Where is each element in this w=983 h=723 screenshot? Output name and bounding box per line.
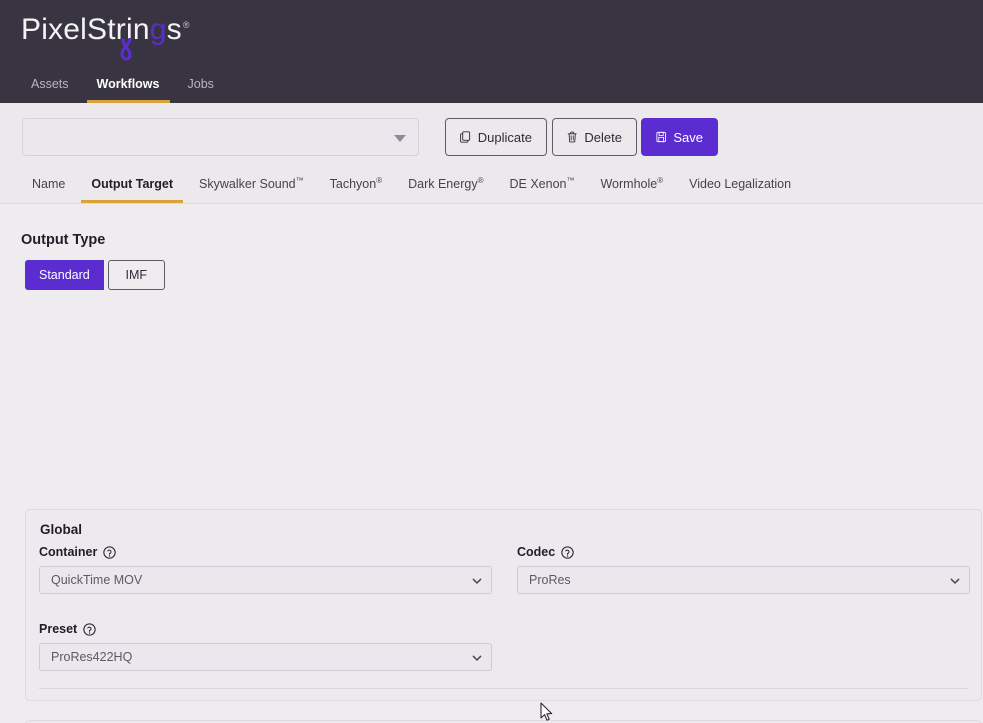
codec-label-row: Codec	[517, 545, 970, 559]
help-icon[interactable]	[103, 545, 117, 559]
tab-de-xenon[interactable]: DE Xenon™	[499, 175, 584, 203]
logo-text-part1: PixelStrin	[21, 13, 150, 46]
global-panel-divider	[39, 688, 968, 689]
save-button-label: Save	[673, 129, 703, 145]
preset-label-row: Preset	[39, 622, 492, 636]
registered-mark: ®	[657, 175, 664, 185]
preset-select[interactable]: ProRes422HQ	[39, 643, 492, 671]
trademark-mark: ™	[566, 175, 575, 185]
codec-field: Codec ProRes	[517, 545, 970, 594]
duplicate-button-label: Duplicate	[477, 129, 532, 145]
toolbar: Duplicate Delete Save Name Output Target…	[0, 103, 983, 204]
tab-tachyon-label: Tachyon	[329, 177, 377, 191]
output-type-toggle-group: Standard IMF	[25, 260, 165, 290]
main-content: Output Type Standard IMF Global Containe…	[0, 204, 983, 723]
chevron-down-icon	[472, 655, 482, 661]
output-type-imf-button[interactable]: IMF	[107, 260, 165, 290]
duplicate-button[interactable]: Duplicate	[445, 118, 547, 156]
codec-select-value: ProRes	[529, 573, 571, 587]
preset-select-value: ProRes422HQ	[51, 650, 133, 664]
trademark-mark: ™	[295, 175, 304, 185]
mouse-cursor	[540, 702, 553, 721]
container-select-value: QuickTime MOV	[51, 573, 143, 587]
trash-icon	[567, 131, 577, 143]
tab-video-legalization[interactable]: Video Legalization	[679, 177, 801, 203]
logo-registered-mark: ®	[182, 20, 190, 30]
save-icon	[656, 131, 666, 143]
delete-button[interactable]: Delete	[552, 118, 637, 156]
delete-button-label: Delete	[584, 129, 622, 145]
registered-mark: ®	[477, 175, 484, 185]
app-logo: PixelStrings®	[21, 12, 190, 61]
output-type-title: Output Type	[21, 232, 106, 248]
tab-skywalker-sound[interactable]: Skywalker Sound™	[189, 175, 314, 203]
chevron-down-icon	[950, 578, 960, 584]
tab-dark-energy[interactable]: Dark Energy®	[398, 175, 493, 203]
output-type-standard-button[interactable]: Standard	[25, 260, 104, 290]
tab-video-legalization-label: Video Legalization	[689, 177, 792, 191]
app-header: PixelStrings® Assets Workflows Jobs	[0, 0, 983, 103]
global-panel: Global Container QuickTime MOV Codec Pro…	[25, 509, 982, 701]
container-label: Container	[39, 545, 98, 559]
primary-nav: Assets Workflows Jobs	[0, 68, 232, 103]
tab-tachyon[interactable]: Tachyon®	[320, 175, 392, 203]
section-tabs: Name Output Target Skywalker Sound™ Tach…	[0, 167, 807, 203]
logo-text-part2: s	[166, 13, 182, 46]
tab-name[interactable]: Name	[22, 177, 75, 203]
tab-wormhole-label: Wormhole	[600, 177, 658, 191]
tab-skywalker-sound-label: Skywalker Sound	[199, 177, 296, 191]
registered-mark: ®	[376, 175, 383, 185]
save-button[interactable]: Save	[641, 118, 718, 156]
preset-field: Preset ProRes422HQ	[39, 622, 492, 671]
tab-wormhole[interactable]: Wormhole®	[590, 175, 673, 203]
chevron-down-icon	[472, 578, 482, 584]
nav-item-workflows[interactable]: Workflows	[86, 77, 170, 103]
nav-item-assets[interactable]: Assets	[21, 77, 79, 103]
container-field: Container QuickTime MOV	[39, 545, 492, 594]
codec-select[interactable]: ProRes	[517, 566, 970, 594]
nav-item-jobs[interactable]: Jobs	[178, 77, 224, 103]
codec-label: Codec	[517, 545, 556, 559]
tab-output-target[interactable]: Output Target	[81, 177, 184, 203]
workflow-select[interactable]	[22, 118, 419, 156]
tab-output-target-label: Output Target	[91, 177, 174, 191]
tab-de-xenon-label: DE Xenon	[509, 177, 567, 191]
container-select[interactable]: QuickTime MOV	[39, 566, 492, 594]
container-label-row: Container	[39, 545, 492, 559]
help-icon[interactable]	[561, 545, 574, 559]
logo-letter-g: g	[149, 13, 167, 46]
tab-name-label: Name	[32, 177, 66, 191]
chevron-down-icon	[394, 135, 406, 142]
logo-text: PixelStrings®	[21, 12, 190, 61]
help-icon[interactable]	[83, 622, 96, 636]
global-panel-title: Global	[40, 522, 83, 537]
copy-icon	[460, 131, 471, 143]
preset-label: Preset	[39, 622, 78, 636]
tab-dark-energy-label: Dark Energy	[408, 177, 478, 191]
